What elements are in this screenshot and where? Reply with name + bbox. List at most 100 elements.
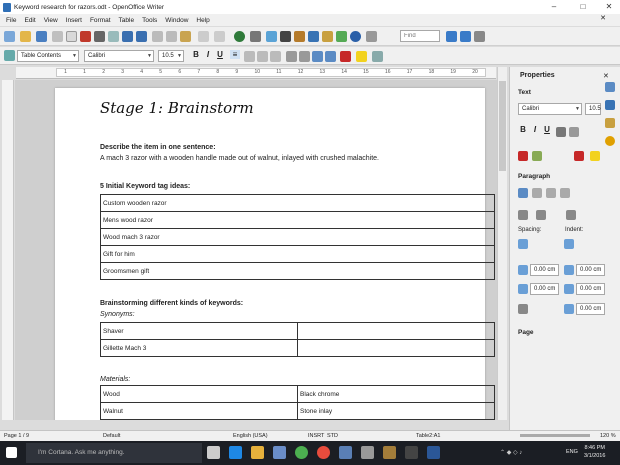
table-cell[interactable]: Stone inlay — [297, 402, 495, 420]
save-icon[interactable] — [36, 31, 47, 42]
chart-icon[interactable] — [280, 31, 291, 42]
indent-before-field[interactable]: 0.00 cm — [576, 264, 605, 276]
new-document-icon[interactable] — [4, 31, 15, 42]
menu-window[interactable]: Window — [161, 17, 192, 24]
document-area[interactable]: Stage 1: Brainstorm Describe the item in… — [15, 80, 497, 420]
spacing-above-field[interactable]: 0.00 cm — [530, 264, 559, 276]
close-document-button[interactable]: ✕ — [596, 14, 610, 22]
sidebar-underline-button[interactable]: U — [542, 125, 552, 134]
menu-tools[interactable]: Tools — [138, 17, 161, 24]
draw-icon[interactable] — [294, 31, 305, 42]
properties-tab-icon[interactable] — [605, 82, 615, 92]
zoom-slider[interactable] — [520, 434, 590, 437]
paragraph-section-title[interactable]: Paragraph — [518, 173, 550, 180]
cortana-search-box[interactable]: I'm Cortana. Ask me anything. — [26, 443, 202, 463]
sidebar-italic-button[interactable]: I — [530, 125, 540, 134]
open-folder-icon[interactable] — [20, 31, 31, 42]
store-icon[interactable] — [273, 446, 286, 459]
table-cell[interactable]: Gillette Mach 3 — [100, 339, 298, 357]
selection-mode[interactable]: STD — [327, 433, 338, 439]
autocheck-icon[interactable] — [136, 31, 147, 42]
bold-button[interactable]: B — [191, 50, 201, 59]
find-input[interactable] — [400, 30, 440, 42]
line-spacing-icon[interactable] — [518, 304, 528, 314]
task-view-icon[interactable] — [207, 446, 220, 459]
spacing-icon[interactable] — [518, 239, 528, 249]
undo-icon[interactable] — [198, 31, 209, 42]
minimize-button[interactable]: – — [543, 0, 565, 14]
highlight-icon[interactable] — [356, 51, 367, 62]
tags-table[interactable]: Custom wooden razor Mens wood razor Wood… — [100, 194, 495, 280]
menu-format[interactable]: Format — [86, 17, 115, 24]
system-clock[interactable]: 8:46 PM 3/1/2016 — [584, 444, 605, 460]
align-center-icon[interactable] — [244, 51, 255, 62]
indent-after-field[interactable]: 0.00 cm — [576, 283, 605, 295]
gallery-tab-icon[interactable] — [605, 118, 615, 128]
email-icon[interactable] — [52, 31, 63, 42]
sidebar-close-button[interactable]: ✕ — [603, 72, 609, 80]
table-icon[interactable] — [250, 31, 261, 42]
app-icon[interactable] — [361, 446, 374, 459]
case-icon[interactable] — [532, 151, 542, 161]
functions-tab-icon[interactable] — [605, 136, 615, 146]
find-next-icon[interactable] — [446, 31, 457, 42]
table-cell[interactable]: Black chrome — [297, 385, 495, 403]
para-numbering-icon[interactable] — [536, 210, 546, 220]
para-align-right-icon[interactable] — [546, 188, 556, 198]
vertical-scrollbar[interactable] — [497, 67, 507, 420]
indent-icon[interactable] — [564, 239, 574, 249]
increase-indent-icon[interactable] — [325, 51, 336, 62]
sidebar-highlight-icon[interactable] — [590, 151, 600, 161]
vertical-ruler[interactable] — [2, 80, 14, 420]
materials-table[interactable]: Wood Black chrome Walnut Stone inlay — [100, 385, 495, 420]
menu-file[interactable]: File — [2, 17, 20, 24]
sidebar-size-select[interactable]: 10.5 — [585, 103, 601, 115]
justify-icon[interactable] — [270, 51, 281, 62]
align-right-icon[interactable] — [257, 51, 268, 62]
export-pdf-icon[interactable] — [80, 31, 91, 42]
sidebar-font-color-icon[interactable] — [574, 151, 584, 161]
table-cell[interactable]: Custom wooden razor — [100, 194, 495, 212]
menu-view[interactable]: View — [40, 17, 62, 24]
close-window-button[interactable]: ✕ — [598, 0, 620, 14]
para-bullets-icon[interactable] — [518, 210, 528, 220]
font-effects-icon[interactable] — [518, 151, 528, 161]
menu-insert[interactable]: Insert — [62, 17, 86, 24]
word-icon[interactable] — [427, 446, 440, 459]
table-cell[interactable] — [297, 339, 495, 357]
strikethrough-icon[interactable] — [556, 127, 566, 137]
file-explorer-icon[interactable] — [251, 446, 264, 459]
app-icon[interactable] — [405, 446, 418, 459]
print-icon[interactable] — [94, 31, 105, 42]
italic-button[interactable]: I — [203, 50, 213, 59]
table-cell[interactable]: Wood — [100, 385, 298, 403]
styles-icon[interactable] — [4, 50, 15, 61]
language-indicator[interactable]: English (USA) — [233, 433, 268, 439]
table-cell[interactable]: Mens wood razor — [100, 211, 495, 229]
zoom-icon[interactable] — [366, 31, 377, 42]
datasource-icon[interactable] — [336, 31, 347, 42]
zoom-level[interactable]: 120 % — [600, 433, 616, 439]
firefox-icon[interactable] — [317, 446, 330, 459]
background-color-icon[interactable] — [372, 51, 383, 62]
text-section-title[interactable]: Text — [518, 89, 531, 96]
tray-icons[interactable]: ⌃ ◆ ◇ ♪ — [500, 449, 522, 456]
table-cell[interactable] — [297, 322, 495, 340]
page-style[interactable]: Default — [103, 433, 120, 439]
para-align-center-icon[interactable] — [532, 188, 542, 198]
underline-button[interactable]: U — [215, 50, 225, 59]
insert-mode[interactable]: INSRT — [308, 433, 324, 439]
edge-icon[interactable] — [229, 446, 242, 459]
copy-icon[interactable] — [166, 31, 177, 42]
table-cell[interactable]: Groomsmen gift — [100, 262, 495, 280]
writer-taskbar-icon[interactable] — [339, 446, 352, 459]
navigator-tab-icon[interactable] — [605, 100, 615, 110]
app-icon[interactable] — [383, 446, 396, 459]
menu-help[interactable]: Help — [192, 17, 213, 24]
numbering-icon[interactable] — [286, 51, 297, 62]
find-replace-icon[interactable] — [474, 31, 485, 42]
chrome-icon[interactable] — [295, 446, 308, 459]
maximize-button[interactable]: □ — [572, 0, 594, 14]
redo-icon[interactable] — [214, 31, 225, 42]
paragraph-style-select[interactable]: Table Contents ▼ — [17, 50, 79, 62]
